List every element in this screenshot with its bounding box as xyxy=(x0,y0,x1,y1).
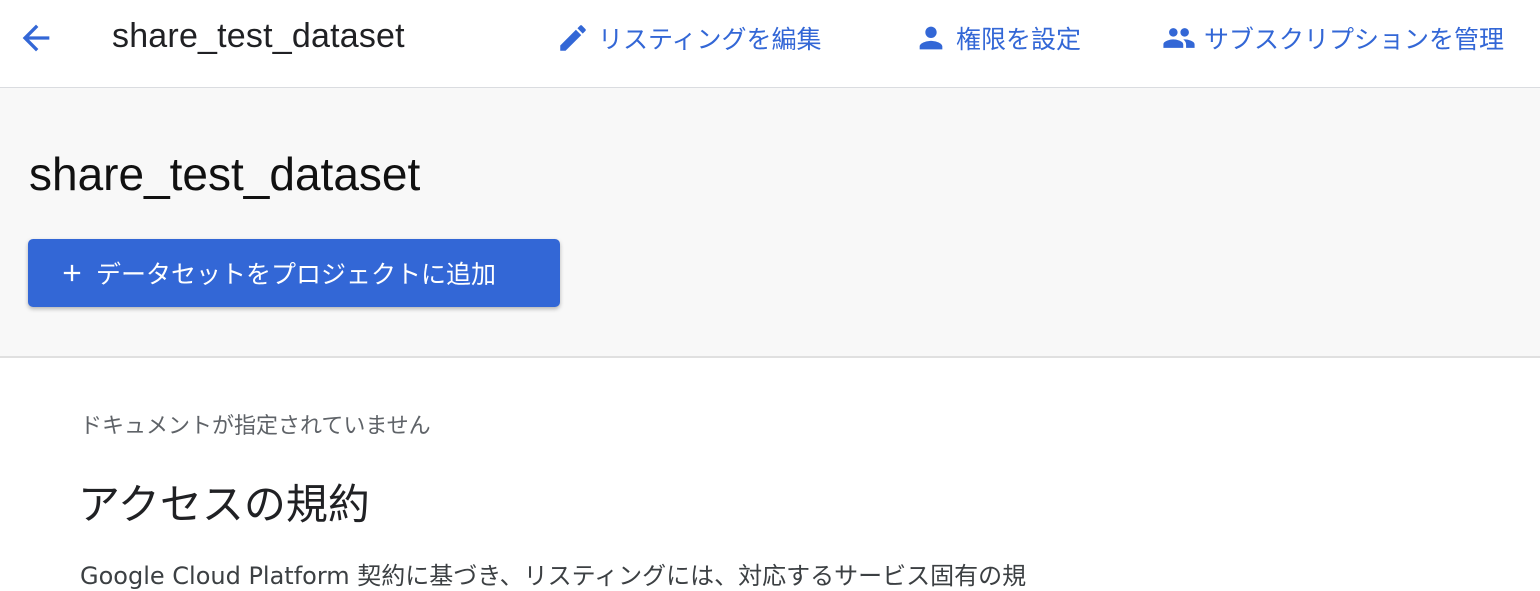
pencil-icon xyxy=(560,25,586,51)
listing-content: ドキュメントが指定されていません アクセスの規約 Google Cloud Pl… xyxy=(0,360,1540,590)
add-dataset-to-project-button[interactable]: データセットをプロジェクトに追加 xyxy=(28,239,560,307)
add-dataset-label: データセットをプロジェクトに追加 xyxy=(96,260,497,289)
top-app-bar: share_test_dataset リスティングを編集 権限を設定 サブスクリ… xyxy=(0,0,1540,88)
people-icon xyxy=(1163,28,1195,48)
terms-text: Google Cloud Platform 契約に基づき、リスティングには、対応… xyxy=(80,562,1027,590)
no-document-message: ドキュメントが指定されていません xyxy=(80,414,431,439)
terms-heading: アクセスの規約 xyxy=(78,480,370,529)
person-icon xyxy=(919,26,943,50)
edit-listing-button[interactable]: リスティングを編集 xyxy=(556,18,822,58)
listing-hero: share_test_dataset データセットをプロジェクトに追加 xyxy=(0,88,1540,358)
set-permissions-label: 権限を設定 xyxy=(956,25,1082,54)
plus-icon xyxy=(63,264,81,282)
manage-subscriptions-button[interactable]: サブスクリプションを管理 xyxy=(1162,18,1504,58)
set-permissions-button[interactable]: 権限を設定 xyxy=(914,18,1081,58)
edit-listing-label: リスティングを編集 xyxy=(598,25,822,54)
app-bar-title: share_test_dataset xyxy=(112,17,405,55)
back-button[interactable] xyxy=(14,16,58,60)
arrow-back-icon xyxy=(22,24,50,52)
manage-subscriptions-label: サブスクリプションを管理 xyxy=(1204,25,1505,54)
listing-title: share_test_dataset xyxy=(29,148,421,200)
